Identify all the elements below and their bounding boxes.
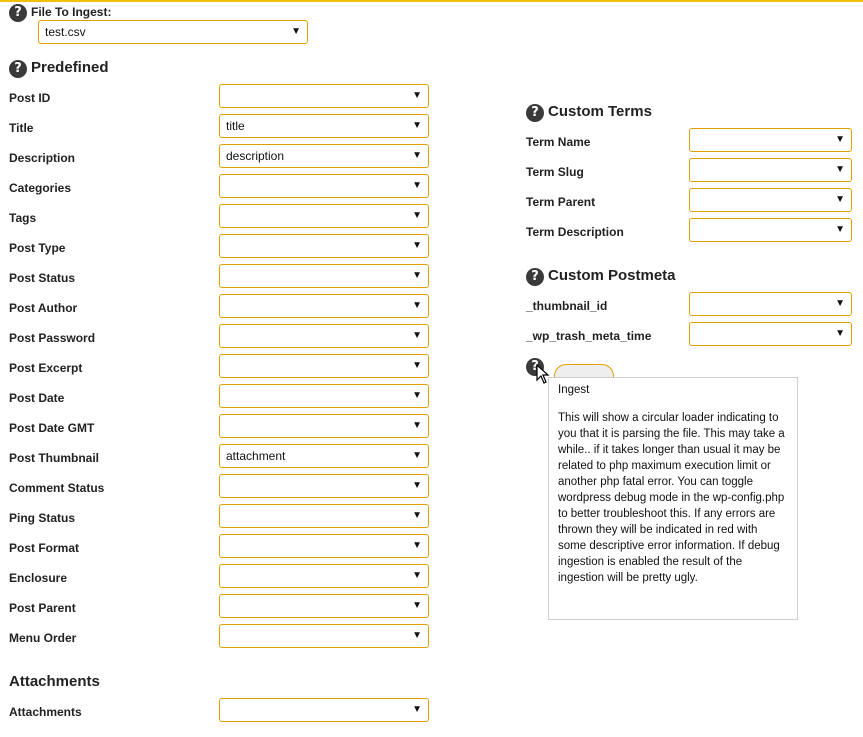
chevron-down-icon: ▼ <box>835 194 845 205</box>
file-ingest-select[interactable]: test.csv ▼ <box>38 20 308 44</box>
field-label: Description <box>9 151 76 165</box>
field-label: Term Description <box>526 225 624 239</box>
chevron-down-icon: ▼ <box>412 540 422 551</box>
field-select[interactable]: ▼ <box>219 234 429 258</box>
field-select-value: title <box>226 119 245 133</box>
field-select[interactable]: ▼ <box>219 474 429 498</box>
chevron-down-icon: ▼ <box>412 270 422 281</box>
predefined-heading: Predefined <box>31 59 109 76</box>
field-label: Ping Status <box>9 511 76 525</box>
field-select[interactable]: ▼ <box>219 624 429 648</box>
chevron-down-icon: ▼ <box>412 510 422 521</box>
field-label: Post Type <box>9 241 66 255</box>
help-icon[interactable]: ? <box>9 4 27 22</box>
field-label: Categories <box>9 181 72 195</box>
field-select[interactable]: ▼ <box>689 128 852 152</box>
field-label: Post ID <box>9 91 51 105</box>
field-select[interactable]: ▼ <box>219 594 429 618</box>
field-label: _thumbnail_id <box>526 299 608 313</box>
field-label: _wp_trash_meta_time <box>526 329 652 343</box>
field-label: Enclosure <box>9 571 68 585</box>
chevron-down-icon: ▼ <box>412 240 422 251</box>
chevron-down-icon: ▼ <box>412 150 422 161</box>
field-label: Tags <box>9 211 37 225</box>
chevron-down-icon: ▼ <box>835 224 845 235</box>
field-label: Term Parent <box>526 195 596 209</box>
chevron-down-icon: ▼ <box>412 570 422 581</box>
custom-terms-heading: Custom Terms <box>548 103 652 120</box>
field-select[interactable]: ▼ <box>219 384 429 408</box>
chevron-down-icon: ▼ <box>412 704 422 715</box>
field-select[interactable]: ▼ <box>689 158 852 182</box>
field-label: Post Format <box>9 541 80 555</box>
field-select[interactable]: ▼ <box>219 174 429 198</box>
chevron-down-icon: ▼ <box>291 26 301 37</box>
chevron-down-icon: ▼ <box>412 90 422 101</box>
field-select[interactable]: ▼ <box>219 294 429 318</box>
file-ingest-label: File To Ingest: <box>31 5 112 19</box>
field-label: Post Password <box>9 331 96 345</box>
field-label: Title <box>9 121 34 135</box>
field-select[interactable]: ▼ <box>689 322 852 346</box>
chevron-down-icon: ▼ <box>412 330 422 341</box>
field-label: Post Date GMT <box>9 421 95 435</box>
chevron-down-icon: ▼ <box>412 600 422 611</box>
field-select[interactable]: attachment ▼ <box>219 444 429 468</box>
field-select[interactable]: ▼ <box>689 292 852 316</box>
ingest-tooltip: Ingest This will show a circular loader … <box>548 377 798 620</box>
file-ingest-value: test.csv <box>45 25 86 39</box>
field-label: Post Parent <box>9 601 76 615</box>
field-label: Comment Status <box>9 481 105 495</box>
chevron-down-icon: ▼ <box>835 164 845 175</box>
attachments-heading: Attachments <box>9 673 100 690</box>
custom-postmeta-heading: Custom Postmeta <box>548 267 676 284</box>
field-select[interactable]: ▼ <box>219 414 429 438</box>
field-select[interactable]: ▼ <box>219 354 429 378</box>
field-label: Attachments <box>9 705 82 719</box>
field-select[interactable]: ▼ <box>219 324 429 348</box>
chevron-down-icon: ▼ <box>412 480 422 491</box>
field-select[interactable]: ▼ <box>219 84 429 108</box>
field-label: Menu Order <box>9 631 77 645</box>
field-label: Term Name <box>526 135 591 149</box>
field-select[interactable]: ▼ <box>689 218 852 242</box>
field-select[interactable]: ▼ <box>219 698 429 722</box>
chevron-down-icon: ▼ <box>835 134 845 145</box>
field-select[interactable]: description ▼ <box>219 144 429 168</box>
field-label: Term Slug <box>526 165 584 179</box>
help-icon[interactable]: ? <box>526 104 544 122</box>
top-border <box>0 0 863 2</box>
chevron-down-icon: ▼ <box>412 180 422 191</box>
chevron-down-icon: ▼ <box>412 450 422 461</box>
chevron-down-icon: ▼ <box>835 298 845 309</box>
field-label: Post Author <box>9 301 78 315</box>
tooltip-body: This will show a circular loader indicat… <box>558 412 785 584</box>
chevron-down-icon: ▼ <box>835 328 845 339</box>
field-select[interactable]: ▼ <box>689 188 852 212</box>
field-select-value: description <box>226 149 285 163</box>
field-select[interactable]: ▼ <box>219 534 429 558</box>
chevron-down-icon: ▼ <box>412 210 422 221</box>
field-label: Post Thumbnail <box>9 451 99 465</box>
chevron-down-icon: ▼ <box>412 390 422 401</box>
field-label: Post Status <box>9 271 76 285</box>
field-select[interactable]: ▼ <box>219 204 429 228</box>
field-label: Post Date <box>9 391 65 405</box>
field-select-value: attachment <box>226 449 286 463</box>
chevron-down-icon: ▼ <box>412 120 422 131</box>
field-label: Post Excerpt <box>9 361 83 375</box>
chevron-down-icon: ▼ <box>412 420 422 431</box>
help-icon[interactable]: ? <box>526 268 544 286</box>
field-select[interactable]: ▼ <box>219 504 429 528</box>
chevron-down-icon: ▼ <box>412 630 422 641</box>
chevron-down-icon: ▼ <box>412 360 422 371</box>
tooltip-title: Ingest <box>558 384 590 396</box>
help-icon[interactable]: ? <box>9 60 27 78</box>
field-select[interactable]: title ▼ <box>219 114 429 138</box>
field-select[interactable]: ▼ <box>219 564 429 588</box>
chevron-down-icon: ▼ <box>412 300 422 311</box>
field-select[interactable]: ▼ <box>219 264 429 288</box>
